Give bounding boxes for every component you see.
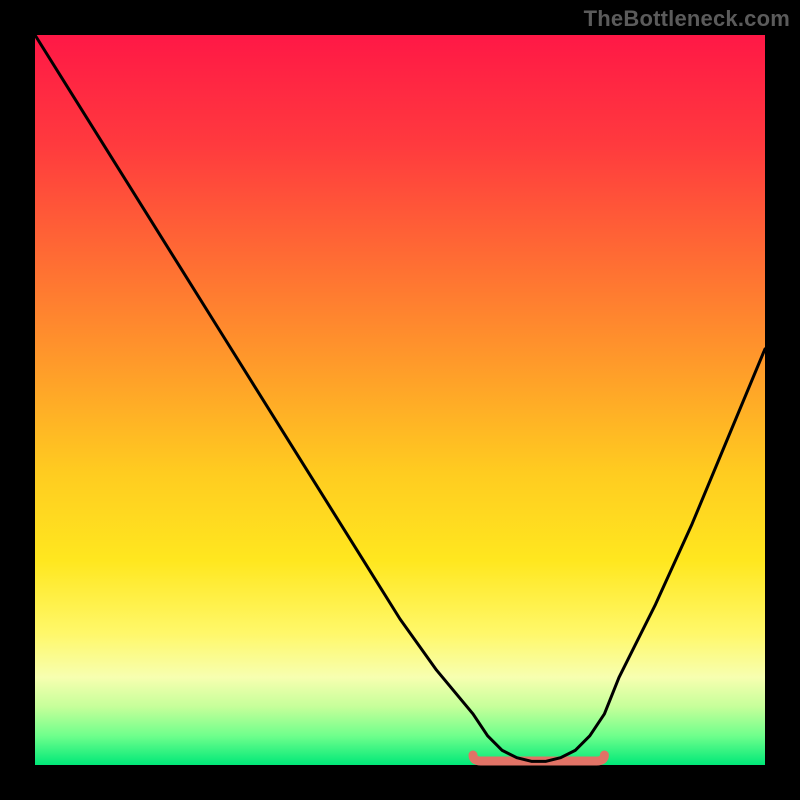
watermark-text: TheBottleneck.com bbox=[584, 6, 790, 32]
plot-area bbox=[35, 35, 765, 765]
bottleneck-chart bbox=[0, 0, 800, 800]
